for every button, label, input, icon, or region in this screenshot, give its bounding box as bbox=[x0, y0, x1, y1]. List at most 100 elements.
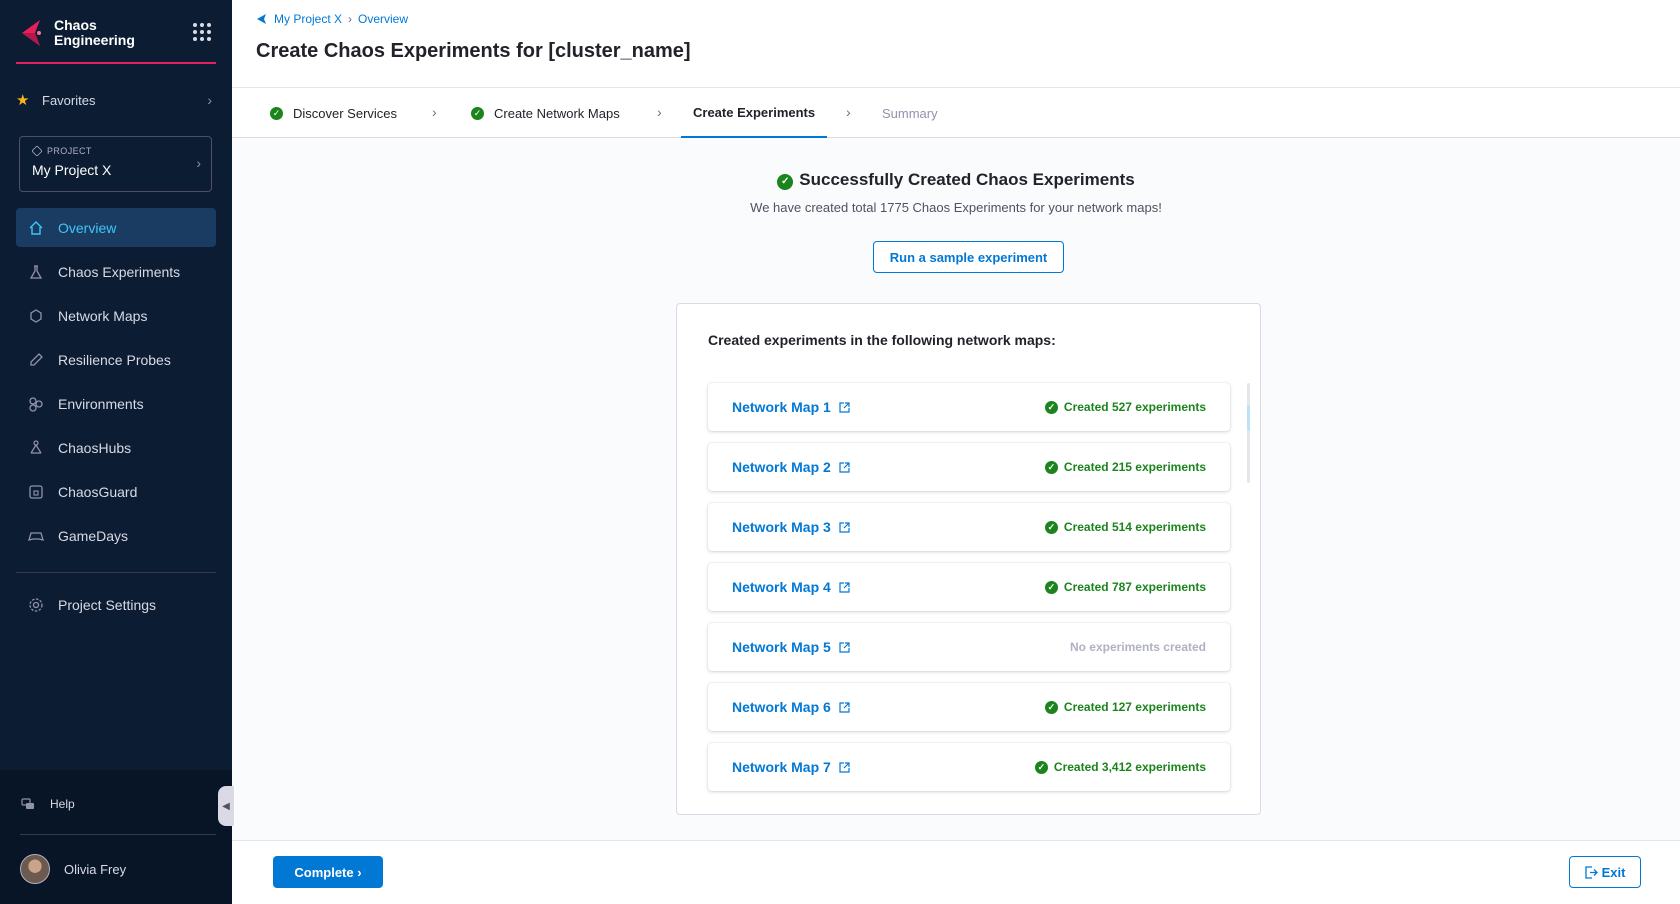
step-summary: Summary bbox=[882, 88, 938, 138]
step-discover-services[interactable]: ✓ Discover Services bbox=[270, 88, 397, 138]
external-link-icon bbox=[839, 401, 850, 413]
sidebar-item-label: ChaosHubs bbox=[58, 439, 132, 456]
step-create-experiments[interactable]: Create Experiments bbox=[681, 88, 828, 138]
sidebar-item-chaos-experiments[interactable]: Chaos Experiments bbox=[16, 252, 216, 291]
sidebar-item-label: Network Maps bbox=[58, 307, 148, 324]
map-status: ✓ Created 215 experiments bbox=[1044, 460, 1206, 474]
scrollbar-thumb[interactable] bbox=[1247, 405, 1250, 431]
hexagon-icon bbox=[28, 308, 44, 324]
map-status: ✓ Created 127 experiments bbox=[1044, 700, 1206, 714]
project-selector[interactable]: PROJECT My Project X › bbox=[19, 136, 212, 192]
home-icon bbox=[28, 220, 44, 236]
chevron-right-icon: › bbox=[357, 864, 362, 880]
flask-icon bbox=[28, 264, 44, 280]
user-name: Olivia Frey bbox=[64, 861, 127, 877]
network-map-name: Network Map 3 bbox=[732, 519, 831, 535]
project-tag-label: PROJECT bbox=[47, 146, 92, 156]
step-label: Summary bbox=[882, 105, 938, 121]
wizard-stepper: ✓ Discover Services › ✓ Create Network M… bbox=[232, 88, 1680, 138]
exit-button[interactable]: Exit bbox=[1569, 856, 1641, 888]
success-subtitle: We have created total 1775 Chaos Experim… bbox=[750, 200, 1162, 215]
step-label: Discover Services bbox=[293, 105, 398, 121]
check-circle-icon: ✓ bbox=[1044, 700, 1058, 714]
sidebar-item-project-settings[interactable]: Project Settings bbox=[28, 597, 156, 613]
map-status-text: Created 3,412 experiments bbox=[1053, 760, 1206, 774]
sidebar-item-chaosguard[interactable]: ChaosGuard bbox=[16, 472, 216, 511]
settings-label: Project Settings bbox=[58, 597, 157, 613]
app-switcher-icon[interactable] bbox=[193, 23, 211, 41]
list-item: Network Map 5 No experiments created bbox=[708, 623, 1230, 671]
sidebar-item-label: GameDays bbox=[58, 527, 129, 544]
network-map-name: Network Map 1 bbox=[732, 399, 831, 415]
help-icon bbox=[20, 796, 36, 812]
list-item: Network Map 2 ✓ Created 215 experiments bbox=[708, 443, 1230, 491]
sidebar-item-gamedays[interactable]: GameDays bbox=[16, 516, 216, 555]
chevron-right-icon: › bbox=[846, 104, 851, 120]
network-map-link[interactable]: Network Map 5 bbox=[732, 639, 850, 655]
chevron-right-icon: › bbox=[196, 155, 201, 171]
sidebar-item-overview[interactable]: Overview bbox=[16, 208, 216, 247]
map-status-text: Created 215 experiments bbox=[1063, 460, 1206, 474]
favorites-toggle[interactable]: ★ Favorites › bbox=[16, 88, 212, 112]
check-circle-icon: ✓ bbox=[1044, 460, 1058, 474]
exit-icon bbox=[1584, 865, 1598, 879]
network-map-link[interactable]: Network Map 3 bbox=[732, 519, 850, 535]
list-item: Network Map 6 ✓ Created 127 experiments bbox=[708, 683, 1230, 731]
help-link[interactable]: Help bbox=[20, 796, 75, 812]
network-map-link[interactable]: Network Map 1 bbox=[732, 399, 850, 415]
chevron-right-icon: › bbox=[657, 104, 662, 120]
sidebar-item-network-maps[interactable]: Network Maps bbox=[16, 296, 216, 335]
map-status-text: Created 514 experiments bbox=[1063, 520, 1206, 534]
list-item: Network Map 1 ✓ Created 527 experiments bbox=[708, 383, 1230, 431]
sidebar-item-chaoshubs[interactable]: ChaosHubs bbox=[16, 428, 216, 467]
list-item: Network Map 4 ✓ Created 787 experiments bbox=[708, 563, 1230, 611]
external-link-icon bbox=[839, 761, 850, 773]
breadcrumb-overview[interactable]: Overview bbox=[358, 12, 408, 26]
sidebar-collapse-handle[interactable]: ◀ bbox=[218, 786, 234, 826]
gamepad-icon bbox=[28, 528, 44, 544]
map-status: ✓ Created 527 experiments bbox=[1044, 400, 1206, 414]
list-item: Network Map 3 ✓ Created 514 experiments bbox=[708, 503, 1230, 551]
app-name: Chaos Engineering bbox=[54, 17, 135, 48]
map-status: ✓ Created 787 experiments bbox=[1044, 580, 1206, 594]
sidebar-divider bbox=[16, 572, 216, 573]
maps-scrollbar[interactable] bbox=[1247, 383, 1250, 483]
list-item: Network Map 7 ✓ Created 3,412 experiments bbox=[708, 743, 1230, 791]
user-profile[interactable]: Olivia Frey bbox=[20, 854, 126, 884]
network-map-name: Network Map 7 bbox=[732, 759, 831, 775]
step-create-network-maps[interactable]: ✓ Create Network Maps bbox=[471, 88, 620, 138]
network-map-name: Network Map 4 bbox=[732, 579, 831, 595]
favorites-label: Favorites bbox=[42, 92, 96, 108]
sidebar-item-label: Overview bbox=[58, 219, 117, 236]
external-link-icon bbox=[839, 581, 850, 593]
network-map-link[interactable]: Network Map 4 bbox=[732, 579, 850, 595]
network-maps-list: Network Map 1 ✓ Created 527 experiments N… bbox=[708, 383, 1230, 803]
network-map-link[interactable]: Network Map 7 bbox=[732, 759, 850, 775]
check-circle-icon: ✓ bbox=[1034, 760, 1048, 774]
sidebar-divider bbox=[20, 834, 216, 835]
probe-icon bbox=[28, 352, 44, 368]
cube-icon bbox=[31, 145, 43, 157]
chevron-right-icon: › bbox=[207, 92, 212, 108]
network-map-link[interactable]: Network Map 6 bbox=[732, 699, 850, 715]
map-status: ✓ Created 514 experiments bbox=[1044, 520, 1206, 534]
gear-icon bbox=[28, 597, 44, 613]
map-status-text: Created 127 experiments bbox=[1063, 700, 1206, 714]
network-map-link[interactable]: Network Map 2 bbox=[732, 459, 850, 475]
avatar bbox=[20, 854, 50, 884]
guard-icon bbox=[28, 484, 44, 500]
map-status-text: No experiments created bbox=[1069, 640, 1206, 654]
maps-heading: Created experiments in the following net… bbox=[708, 332, 1056, 348]
sidebar-item-label: ChaosGuard bbox=[58, 483, 138, 500]
sidebar-item-resilience-probes[interactable]: Resilience Probes bbox=[16, 340, 216, 379]
breadcrumb-project[interactable]: My Project X bbox=[274, 12, 342, 26]
run-sample-experiment-button[interactable]: Run a sample experiment bbox=[873, 241, 1064, 273]
help-label: Help bbox=[50, 797, 75, 811]
sidebar-item-environments[interactable]: Environments bbox=[16, 384, 216, 423]
complete-button[interactable]: Complete › bbox=[273, 856, 383, 888]
network-map-name: Network Map 5 bbox=[732, 639, 831, 655]
step-label: Create Experiments bbox=[693, 104, 816, 120]
check-circle-icon: ✓ bbox=[1044, 580, 1058, 594]
exit-label: Exit bbox=[1601, 864, 1626, 880]
check-circle-icon: ✓ bbox=[471, 106, 484, 120]
